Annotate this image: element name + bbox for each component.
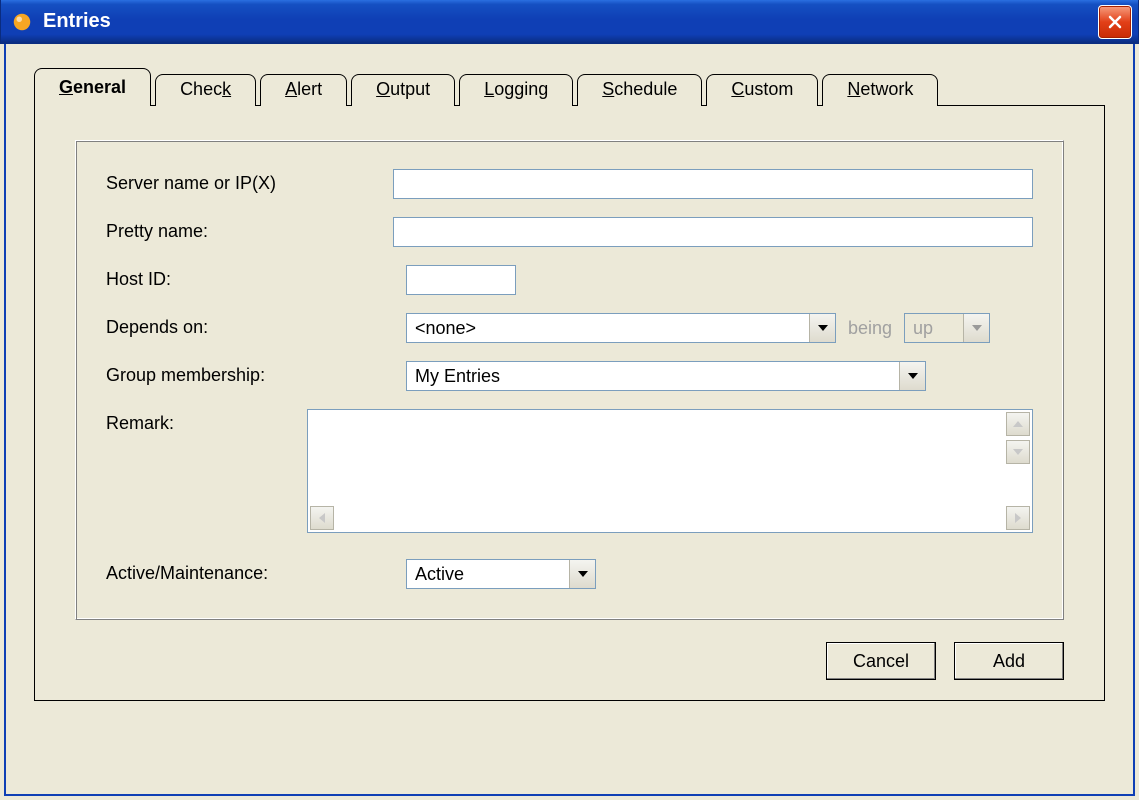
close-button[interactable] — [1098, 5, 1132, 39]
pretty-label: Pretty name: — [106, 217, 393, 242]
active-label: Active/Maintenance: — [106, 559, 406, 584]
being-state-select: up — [904, 313, 990, 343]
window-title: Entries — [43, 10, 1098, 33]
cancel-button[interactable]: Cancel — [826, 642, 936, 680]
tab-strip: General Check Alert Output Logging Sched… — [34, 68, 1105, 106]
hostid-label: Host ID: — [106, 265, 406, 290]
tab-network[interactable]: Network — [822, 74, 938, 106]
chevron-down-icon — [963, 314, 989, 342]
depends-label: Depends on: — [106, 313, 406, 338]
tab-alert[interactable]: Alert — [260, 74, 347, 106]
general-group: Server name or IP(X) Pretty name: Host I… — [75, 140, 1064, 620]
button-bar: Cancel Add — [826, 642, 1064, 680]
close-icon — [1107, 14, 1123, 30]
group-label: Group membership: — [106, 361, 406, 386]
pretty-name-input[interactable] — [393, 217, 1033, 247]
tab-check[interactable]: Check — [155, 74, 256, 106]
active-maintenance-select[interactable]: Active — [406, 559, 596, 589]
dialog-body: General Check Alert Output Logging Sched… — [4, 44, 1135, 796]
add-button[interactable]: Add — [954, 642, 1064, 680]
chevron-down-icon — [809, 314, 835, 342]
entries-icon — [11, 11, 33, 33]
group-membership-select[interactable]: My Entries — [406, 361, 926, 391]
tab-output[interactable]: Output — [351, 74, 455, 106]
server-input[interactable] — [393, 169, 1033, 199]
server-label: Server name or IP(X) — [106, 169, 393, 194]
host-id-input[interactable] — [406, 265, 516, 295]
scroll-right-icon[interactable] — [1006, 506, 1030, 530]
chevron-down-icon — [899, 362, 925, 390]
being-label: being — [846, 318, 894, 339]
tab-schedule[interactable]: Schedule — [577, 74, 702, 106]
title-bar: Entries — [0, 0, 1139, 44]
remark-label: Remark: — [106, 409, 307, 434]
depends-on-select[interactable]: <none> — [406, 313, 836, 343]
scroll-down-icon[interactable] — [1006, 440, 1030, 464]
tab-logging[interactable]: Logging — [459, 74, 573, 106]
tab-general[interactable]: General — [34, 68, 151, 106]
scroll-up-icon[interactable] — [1006, 412, 1030, 436]
scroll-left-icon[interactable] — [310, 506, 334, 530]
remark-textarea[interactable] — [307, 409, 1033, 533]
tab-custom[interactable]: Custom — [706, 74, 818, 106]
chevron-down-icon — [569, 560, 595, 588]
tab-page-general: Server name or IP(X) Pretty name: Host I… — [34, 105, 1105, 701]
